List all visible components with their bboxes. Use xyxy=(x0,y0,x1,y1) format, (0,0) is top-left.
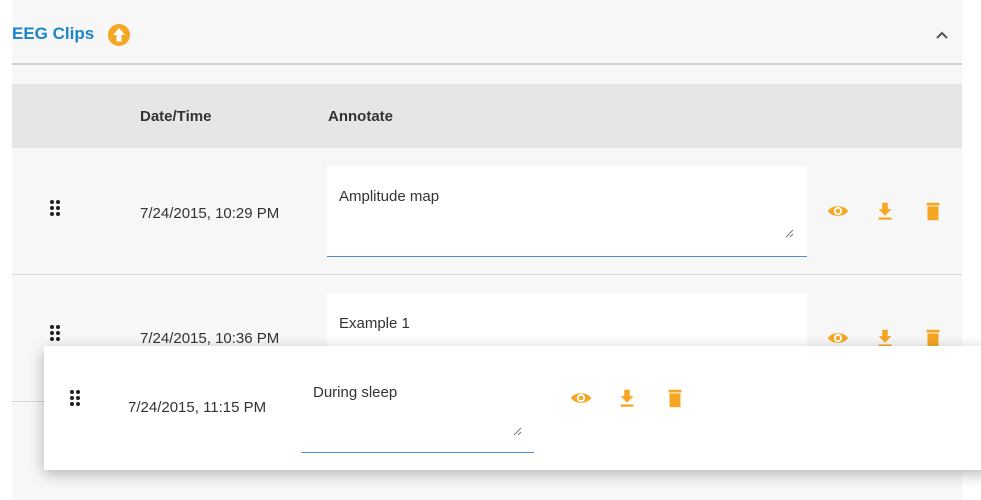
annotation-text: Amplitude map xyxy=(339,188,440,205)
download-icon[interactable] xyxy=(874,200,896,222)
clip-datetime: 7/24/2015, 11:15 PM xyxy=(128,399,267,416)
table-row: 7/24/2015, 10:29 PM Amplitude map xyxy=(12,148,962,275)
table-header: Date/Time Annotate xyxy=(12,84,962,148)
dragging-row[interactable]: 7/24/2015, 11:15 PM During sleep xyxy=(44,346,981,470)
resize-handle-icon[interactable] xyxy=(784,228,794,238)
header-divider xyxy=(12,63,962,65)
trash-icon[interactable] xyxy=(922,200,944,222)
resize-handle-icon[interactable] xyxy=(512,426,522,436)
drag-handle-icon[interactable] xyxy=(50,200,62,216)
column-header-datetime: Date/Time xyxy=(140,108,212,125)
annotation-text: Example 1 xyxy=(339,315,410,332)
annotation-text: During sleep xyxy=(313,384,398,401)
panel-header: EEG Clips xyxy=(12,0,962,65)
annotation-textarea[interactable]: During sleep xyxy=(301,364,534,453)
chevron-up-icon[interactable] xyxy=(934,28,950,42)
drag-handle-icon[interactable] xyxy=(70,390,82,406)
clip-datetime: 7/24/2015, 10:29 PM xyxy=(140,205,280,222)
eye-icon[interactable] xyxy=(827,200,849,222)
trash-icon[interactable] xyxy=(664,387,686,409)
column-header-annotate: Annotate xyxy=(328,108,393,125)
download-icon[interactable] xyxy=(616,387,638,409)
arrow-up-circle-icon[interactable] xyxy=(108,24,130,46)
panel-title: EEG Clips xyxy=(12,24,95,43)
eye-icon[interactable] xyxy=(570,387,592,409)
annotation-textarea[interactable]: Amplitude map xyxy=(327,166,807,257)
drag-handle-icon[interactable] xyxy=(50,325,62,341)
